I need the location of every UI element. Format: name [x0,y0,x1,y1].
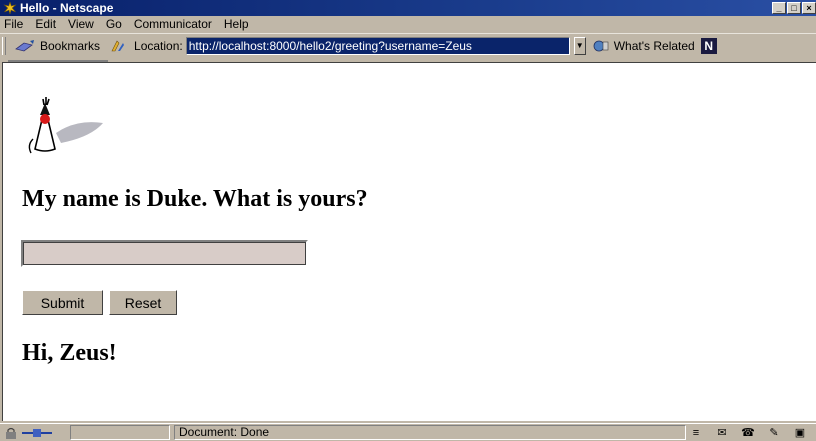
menu-communicator[interactable]: Communicator [134,16,212,33]
reset-button[interactable]: Reset [109,290,177,315]
discussion-icon[interactable]: ☎ [738,426,758,440]
netscape-logo-icon: N [700,37,717,54]
url-field[interactable]: http://localhost:8000/hello2/greeting?us… [185,36,570,55]
submit-button[interactable]: Submit [22,290,103,315]
menu-file[interactable]: File [4,16,23,33]
toolbar-grip[interactable] [2,36,6,55]
title-bar: Hello - Netscape _ □ × [0,0,816,16]
window-title: Hello - Netscape [20,1,114,15]
bookmarks-button[interactable]: Bookmarks [40,39,100,53]
menu-go[interactable]: Go [106,16,122,33]
navigator-icon[interactable]: ≡ [686,426,706,440]
security-lock-icon[interactable] [4,427,18,439]
netscape-star-icon [2,1,18,15]
mail-icon[interactable]: ✉ [712,426,732,440]
name-input[interactable] [21,240,308,267]
menu-view[interactable]: View [68,16,94,33]
bookmarks-icon[interactable] [14,38,38,54]
menu-bar: File Edit View Go Communicator Help [0,16,816,33]
menu-edit[interactable]: Edit [35,16,56,33]
whats-related-icon[interactable] [592,38,612,54]
close-button[interactable]: × [802,2,816,14]
security-icons [0,425,66,441]
duke-mascot-image [21,93,111,157]
composer-icon[interactable]: ✎ [764,426,784,440]
greeting-text: Hi, Zeus! [22,340,117,366]
minimize-button[interactable]: _ [772,2,786,14]
menu-help[interactable]: Help [224,16,249,33]
component-bar: ≡ ✉ ☎ ✎ ▣ [686,426,810,440]
status-text: Document: Done [174,425,686,440]
page-content: My name is Duke. What is yours? Submit R… [2,62,816,421]
connection-icon [22,428,52,437]
maximize-button[interactable]: □ [787,2,801,14]
location-label: Location: [134,38,183,53]
status-bar: Document: Done ≡ ✉ ☎ ✎ ▣ [0,423,816,441]
page-heading: My name is Duke. What is yours? [22,186,368,212]
location-toolbar: Bookmarks Location: http://localhost:800… [0,33,816,57]
chevron-down-icon[interactable]: ▼ [573,36,586,55]
whats-related-button[interactable]: What's Related [614,39,695,53]
addressbook-icon[interactable]: ▣ [790,426,810,440]
location-icon[interactable] [110,38,128,54]
progress-cell [70,425,170,440]
